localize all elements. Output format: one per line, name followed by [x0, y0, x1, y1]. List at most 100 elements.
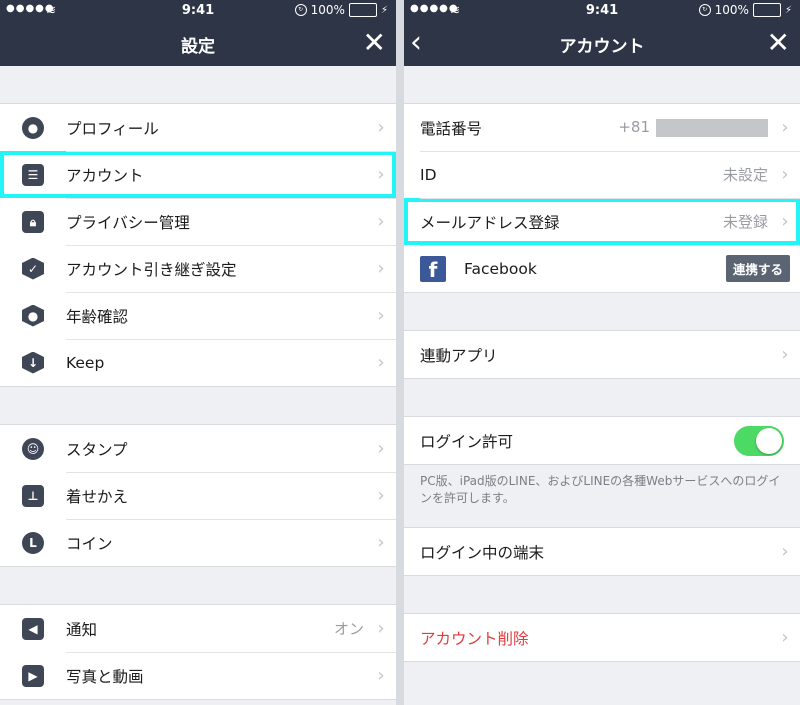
shield-check-icon: ✓	[22, 257, 44, 280]
facebook-row: f Facebook 連携する	[404, 245, 800, 292]
facebook-link-button[interactable]: 連携する	[725, 255, 790, 282]
settings-item-label: プライバシー管理	[66, 213, 190, 232]
facebook-label: Facebook	[464, 259, 537, 278]
phone-number-value: +81	[618, 118, 768, 137]
person-icon: ●	[22, 116, 44, 139]
settings-group-shop: ☺ スタンプ › ⊥ 着せかえ › L コイン ›	[0, 424, 396, 567]
charging-icon: ⚡	[380, 4, 388, 16]
settings-item-notifications[interactable]: ◀ 通知 オン ›	[0, 605, 396, 652]
chevron-right-icon: ›	[781, 117, 789, 138]
page-title: 設定	[181, 36, 215, 57]
settings-screen: ●●●●● ≋ 9:41 ↻ 100% ⚡ 設定 ✕ ● プロフィール › ☰ …	[0, 0, 396, 705]
chevron-right-icon: ›	[781, 344, 789, 365]
id-row[interactable]: ID 未設定 ›	[404, 151, 800, 198]
account-group-info: 電話番号 +81 › ID 未設定 › メールアドレス登録 未登録 › f Fa…	[404, 103, 800, 293]
delete-account-label: アカウント削除	[420, 629, 529, 648]
coin-icon: L	[22, 531, 44, 554]
chevron-right-icon: ›	[377, 117, 385, 138]
notification-status: オン	[333, 620, 364, 638]
account-screen: ●●●●● ≋ 9:41 ↻ 100% ⚡ ‹ アカウント ✕ 電話番号 +81…	[404, 0, 800, 705]
email-registration-label: メールアドレス登録	[420, 213, 560, 232]
settings-item-label: プロフィール	[66, 119, 159, 138]
smiley-icon: ☺	[22, 437, 44, 460]
shield-person-icon: ●	[22, 304, 44, 327]
account-group-devices: ログイン中の端末 ›	[404, 527, 800, 576]
settings-item-stickers[interactable]: ☺ スタンプ ›	[0, 425, 396, 472]
settings-item-label: アカウント	[66, 166, 144, 185]
settings-group-account: ● プロフィール › ☰ アカウント › 🔒︎ プライバシー管理 › ✓ アカウ…	[0, 103, 396, 387]
account-group-delete: アカウント削除 ›	[404, 613, 800, 662]
battery-percent: 100%	[310, 3, 345, 17]
settings-item-keep[interactable]: ↓ Keep ›	[0, 339, 396, 386]
rotation-lock-icon: ↻	[698, 4, 711, 16]
chevron-right-icon: ›	[781, 164, 789, 185]
settings-item-coins[interactable]: L コイン ›	[0, 519, 396, 566]
settings-item-label: 写真と動画	[66, 667, 144, 686]
settings-group-general: ◀ 通知 オン › ▶ 写真と動画 ›	[0, 604, 396, 700]
login-permission-label: ログイン許可	[420, 432, 514, 451]
id-card-icon: ☰	[22, 163, 44, 186]
linked-apps-label: 連動アプリ	[420, 346, 498, 365]
account-group-apps: 連動アプリ ›	[404, 330, 800, 379]
account-group-login: ログイン許可	[404, 416, 800, 465]
battery-icon	[752, 3, 781, 17]
status-bar: ●●●●● ≋ 9:41 ↻ 100% ⚡	[0, 0, 396, 22]
chevron-right-icon: ›	[377, 211, 385, 232]
settings-item-label: アカウント引き継ぎ設定	[66, 260, 237, 279]
logged-in-devices-row[interactable]: ログイン中の端末 ›	[404, 528, 800, 575]
page-title: アカウント	[559, 36, 645, 57]
chevron-right-icon: ›	[377, 485, 385, 506]
facebook-icon: f	[420, 255, 446, 282]
settings-item-label: 着せかえ	[66, 487, 129, 506]
chevron-right-icon: ›	[377, 258, 385, 279]
chevron-right-icon: ›	[377, 352, 385, 373]
phone-number-row[interactable]: 電話番号 +81 ›	[404, 104, 800, 151]
chevron-right-icon: ›	[377, 532, 385, 553]
charging-icon: ⚡	[784, 4, 792, 16]
settings-item-profile[interactable]: ● プロフィール ›	[0, 104, 396, 151]
delete-account-row[interactable]: アカウント削除 ›	[404, 614, 800, 661]
nav-bar: ‹ アカウント ✕	[404, 22, 800, 66]
email-registration-value: 未登録	[722, 213, 768, 231]
settings-item-label: Keep	[66, 353, 105, 372]
settings-item-label: コイン	[66, 534, 113, 553]
linked-apps-row[interactable]: 連動アプリ ›	[404, 331, 800, 378]
masked-phone-number	[656, 118, 768, 137]
chevron-right-icon: ›	[377, 618, 385, 639]
login-permission-note: PC版、iPad版のLINE、およびLINEの各種Webサービスへのログインを許…	[420, 474, 781, 505]
back-chevron-icon[interactable]: ‹	[410, 28, 422, 58]
battery-icon	[348, 3, 377, 17]
close-icon[interactable]: ✕	[767, 28, 790, 58]
settings-item-label: 通知	[66, 620, 98, 639]
login-permission-toggle[interactable]	[734, 425, 784, 456]
rotation-lock-icon: ↻	[294, 4, 307, 16]
status-bar: ●●●●● ≋ 9:41 ↻ 100% ⚡	[404, 0, 800, 22]
id-label: ID	[420, 165, 437, 184]
logged-in-devices-label: ログイン中の端末	[420, 543, 545, 562]
brush-icon: ⊥	[22, 484, 44, 507]
chevron-right-icon: ›	[377, 438, 385, 459]
chevron-right-icon: ›	[781, 627, 789, 648]
login-permission-row: ログイン許可	[404, 417, 800, 464]
battery-percent: 100%	[714, 3, 749, 17]
id-value: 未設定	[722, 166, 768, 184]
settings-item-age-verification[interactable]: ● 年齢確認 ›	[0, 292, 396, 339]
close-icon[interactable]: ✕	[363, 28, 386, 58]
speaker-icon: ◀	[22, 617, 44, 640]
settings-item-account-transfer[interactable]: ✓ アカウント引き継ぎ設定 ›	[0, 245, 396, 292]
phone-number-label: 電話番号	[420, 119, 483, 138]
chevron-right-icon: ›	[377, 665, 385, 686]
lock-icon: 🔒︎	[22, 210, 44, 233]
nav-bar: 設定 ✕	[0, 22, 396, 66]
settings-item-label: スタンプ	[66, 440, 128, 459]
email-registration-row[interactable]: メールアドレス登録 未登録 ›	[404, 198, 800, 245]
keep-icon: ↓	[22, 351, 44, 374]
settings-item-account[interactable]: ☰ アカウント ›	[0, 151, 396, 198]
chevron-right-icon: ›	[781, 541, 789, 562]
chevron-right-icon: ›	[377, 305, 385, 326]
settings-item-photos-videos[interactable]: ▶ 写真と動画 ›	[0, 652, 396, 699]
settings-item-privacy[interactable]: 🔒︎ プライバシー管理 ›	[0, 198, 396, 245]
chevron-right-icon: ›	[377, 164, 385, 185]
settings-item-themes[interactable]: ⊥ 着せかえ ›	[0, 472, 396, 519]
chevron-right-icon: ›	[781, 211, 789, 232]
